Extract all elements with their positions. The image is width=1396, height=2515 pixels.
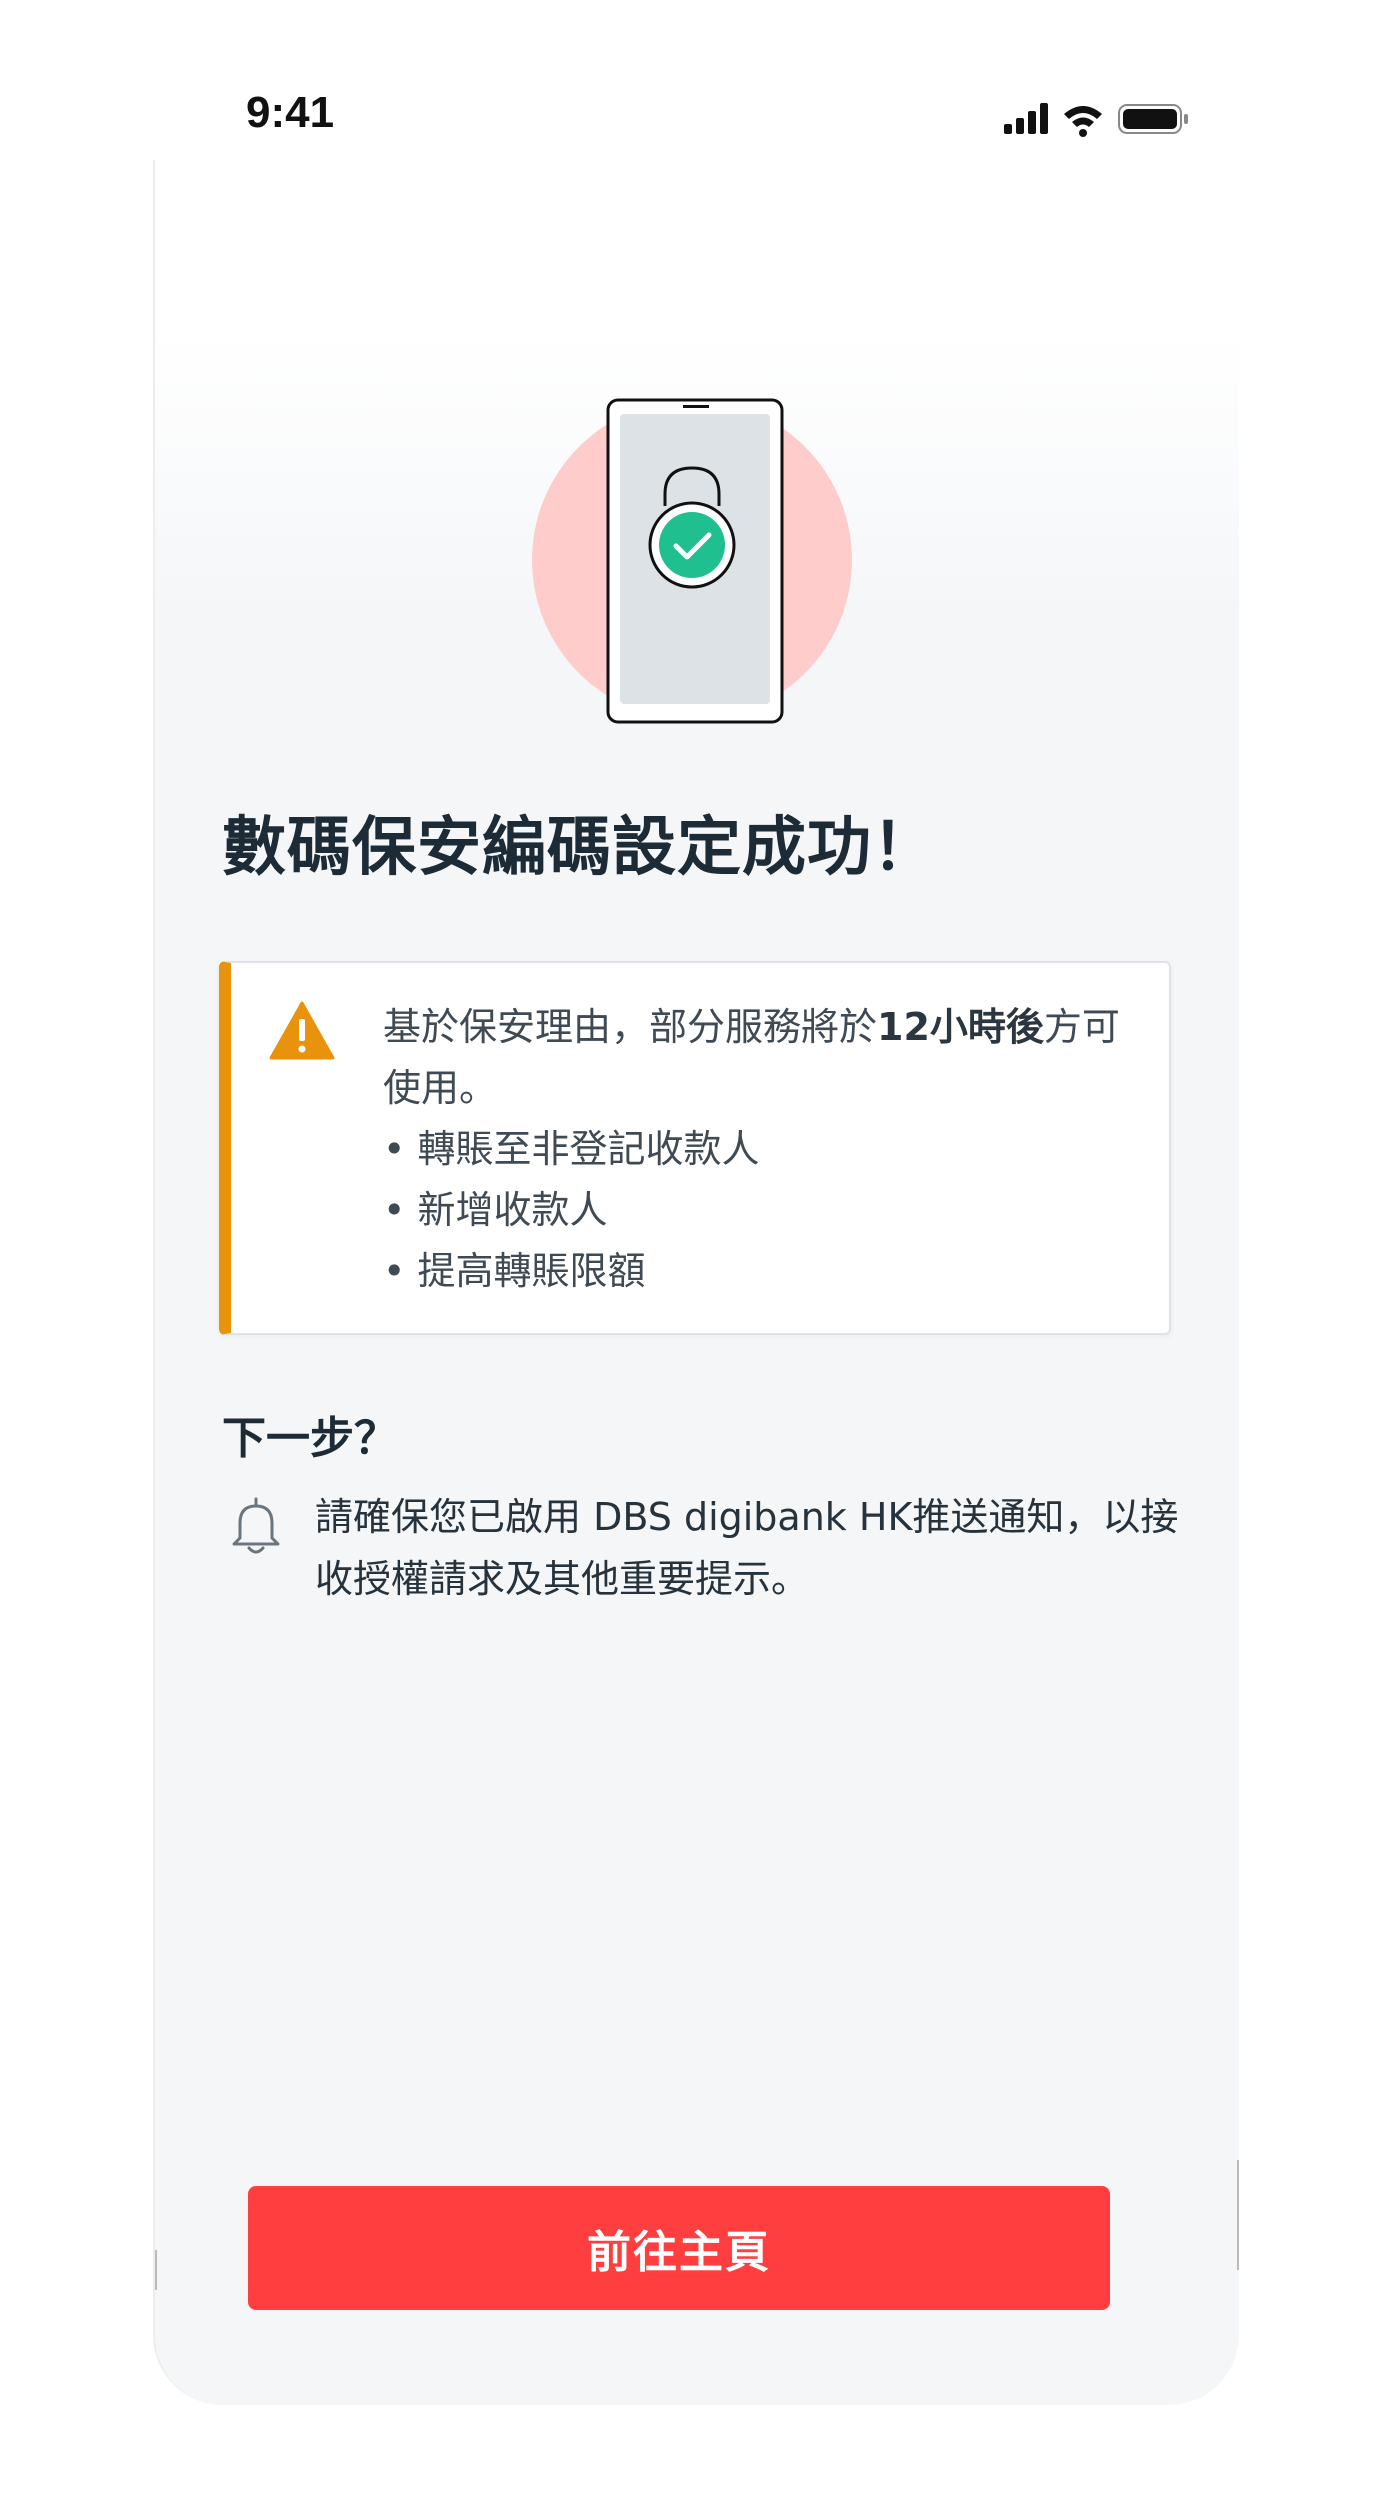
page-title: 數碼保安編碼設定成功！: [222, 811, 937, 885]
right-edge-mark: [1237, 2160, 1239, 2270]
notice-bullet-item: • 提高轉賬限額: [383, 1249, 646, 1293]
wifi-icon: [1064, 106, 1102, 137]
notice-text: 基於保安理由，部分服務將於12小時後方可使用。 • 轉賬至非登記收款人 • 新增…: [383, 997, 1143, 1302]
go-to-home-button[interactable]: 前往主頁: [248, 2186, 1110, 2310]
status-bar: 9:41: [0, 0, 1396, 160]
bell-icon: [228, 1496, 284, 1556]
security-notice-card: 基於保安理由，部分服務將於12小時後方可使用。 • 轉賬至非登記收款人 • 新增…: [219, 961, 1171, 1335]
notice-bullet-item: • 轉賬至非登記收款人: [383, 1127, 760, 1171]
next-step-heading: 下一步？: [222, 1413, 398, 1464]
phone-lock-check-icon: [530, 398, 854, 728]
status-icons: [1000, 98, 1200, 138]
notice-text-before: 基於保安理由，部分服務將於: [383, 1005, 878, 1049]
warning-icon: [269, 1001, 335, 1061]
battery-icon: [1118, 104, 1188, 134]
app-screen: 9:41 數碼保安編碼設定成功！ 基於保安理由，部分服務將於12小時後方可使用。…: [0, 0, 1396, 2515]
notice-text-bold: 12小時後: [877, 1005, 1044, 1049]
left-edge-mark: [155, 2250, 157, 2290]
notice-bullet-item: • 新增收款人: [383, 1188, 608, 1232]
status-time: 9:41: [246, 88, 335, 137]
next-step-text: 請確保您已啟用 DBS digibank HK推送通知，以接收授權請求及其他重要…: [315, 1495, 1179, 1601]
signal-icon: [1004, 103, 1048, 134]
status-icons-svg: [1004, 103, 1188, 137]
